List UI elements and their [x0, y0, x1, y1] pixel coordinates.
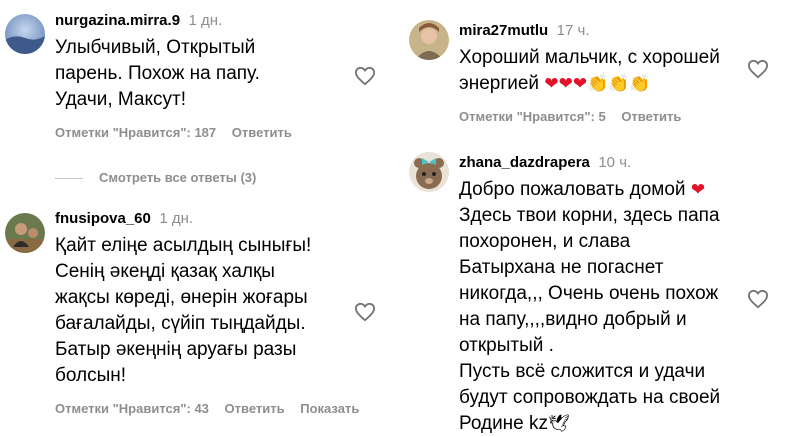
- avatar[interactable]: [409, 152, 449, 192]
- username[interactable]: nurgazina.mirra.9: [55, 12, 180, 29]
- likes-count[interactable]: Отметки "Нравится": 5: [459, 109, 606, 124]
- comment-text: Добро пожаловать домой ❤ Здесь твои корн…: [459, 179, 721, 434]
- red-heart-emoji: ❤❤❤: [544, 74, 588, 94]
- right-comments-column: mira27mutlu 17 ч. Хороший мальчик, с хор…: [400, 0, 791, 434]
- reply-button[interactable]: Ответить: [621, 109, 681, 124]
- timestamp[interactable]: 1 дн.: [189, 12, 223, 29]
- username[interactable]: mira27mutlu: [459, 22, 548, 39]
- show-translation-button[interactable]: Показать: [300, 401, 359, 416]
- avatar[interactable]: [5, 14, 45, 54]
- dove-emoji: 🕊: [548, 414, 570, 434]
- avatar[interactable]: [5, 213, 45, 253]
- likes-count[interactable]: Отметки "Нравится": 187: [55, 125, 216, 140]
- red-heart-emoji: ❤: [690, 180, 706, 200]
- left-comments-column: nurgazina.mirra.9 1 дн. Улыбчивый, Откры…: [0, 0, 392, 432]
- timestamp[interactable]: 17 ч.: [557, 22, 590, 39]
- clapping-hands-emoji: 👏👏👏: [587, 74, 651, 94]
- username[interactable]: zhana_dazdrapera: [459, 154, 590, 171]
- comment-text: Қайт еліңе асылдың сынығы! Сенің әкеңді …: [55, 235, 312, 386]
- heart-icon[interactable]: [747, 59, 769, 79]
- timestamp[interactable]: 1 дн.: [159, 210, 193, 227]
- heart-icon[interactable]: [354, 302, 376, 322]
- reply-button[interactable]: Ответить: [225, 401, 285, 416]
- reply-button[interactable]: Ответить: [232, 125, 292, 140]
- username[interactable]: fnusipova_60: [55, 210, 151, 227]
- view-replies-button[interactable]: Смотреть все ответы (3): [55, 170, 256, 185]
- heart-icon[interactable]: [747, 289, 769, 309]
- divider-line: [55, 178, 83, 180]
- likes-count[interactable]: Отметки "Нравится": 43: [55, 401, 209, 416]
- comment-text: Улыбчивый, Открытый парень. Похож на пап…: [55, 37, 260, 110]
- heart-icon[interactable]: [354, 66, 376, 86]
- timestamp[interactable]: 10 ч.: [598, 154, 631, 171]
- avatar[interactable]: [409, 20, 449, 60]
- comment-text: Хороший мальчик, с хорошей энергией ❤❤❤👏…: [459, 47, 720, 94]
